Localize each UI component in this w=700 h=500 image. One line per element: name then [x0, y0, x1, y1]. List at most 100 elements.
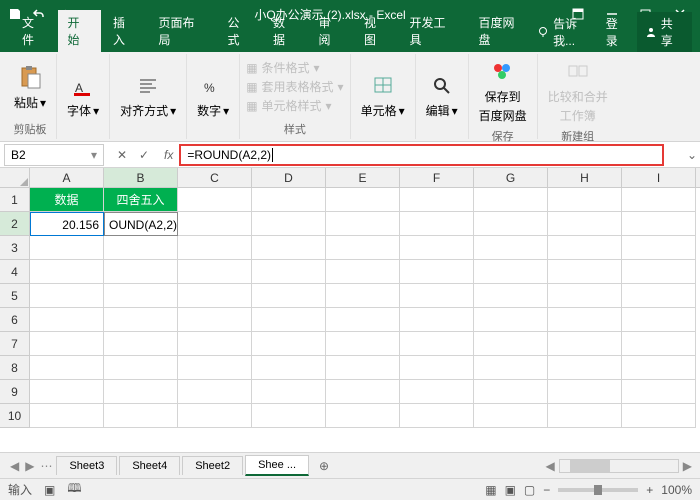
name-box[interactable]: B2▾	[4, 144, 104, 166]
cell[interactable]	[178, 188, 252, 212]
cell[interactable]	[400, 212, 474, 236]
accept-formula-icon[interactable]: ✓	[134, 145, 154, 165]
cell[interactable]	[548, 236, 622, 260]
select-all-corner[interactable]	[0, 168, 30, 188]
cell-styles-button[interactable]: ▦单元格样式 ▾	[246, 97, 343, 114]
cell[interactable]	[30, 356, 104, 380]
cell[interactable]	[326, 212, 400, 236]
cell[interactable]	[104, 260, 178, 284]
cell[interactable]	[326, 308, 400, 332]
cell[interactable]	[326, 380, 400, 404]
cell[interactable]	[622, 308, 696, 332]
cell[interactable]	[252, 332, 326, 356]
add-sheet-icon[interactable]: ⊕	[311, 459, 337, 473]
col-header-e[interactable]: E	[326, 168, 400, 187]
zoom-in-icon[interactable]: +	[646, 483, 653, 497]
row-header[interactable]: 9	[0, 380, 30, 404]
zoom-slider[interactable]	[558, 488, 638, 492]
cell[interactable]	[622, 284, 696, 308]
cell[interactable]	[400, 380, 474, 404]
sheet-tab-active[interactable]: Shee ...	[245, 455, 309, 476]
cell[interactable]	[252, 356, 326, 380]
cell[interactable]	[548, 356, 622, 380]
cell[interactable]	[622, 260, 696, 284]
cell[interactable]	[548, 404, 622, 428]
cell[interactable]	[104, 308, 178, 332]
cell[interactable]	[178, 284, 252, 308]
paste-button[interactable]: 粘贴▾	[10, 60, 50, 113]
cell[interactable]	[474, 308, 548, 332]
cell[interactable]	[252, 404, 326, 428]
cell[interactable]	[178, 356, 252, 380]
tab-dev[interactable]: 开发工具	[399, 10, 466, 52]
col-header-i[interactable]: I	[622, 168, 696, 187]
cell[interactable]	[30, 260, 104, 284]
cell[interactable]	[474, 260, 548, 284]
conditional-format-button[interactable]: ▦条件格式 ▾	[246, 59, 343, 76]
tell-me[interactable]: 告诉我...	[537, 15, 597, 49]
cell[interactable]	[548, 260, 622, 284]
cell[interactable]	[252, 308, 326, 332]
cell-b1[interactable]: 四舍五入	[104, 188, 178, 212]
cell[interactable]	[622, 212, 696, 236]
sheet-more-icon[interactable]: ⋯	[38, 459, 54, 473]
zoom-out-icon[interactable]: −	[543, 483, 550, 497]
cell[interactable]	[474, 404, 548, 428]
cell[interactable]	[30, 284, 104, 308]
cell[interactable]	[326, 260, 400, 284]
cell[interactable]	[622, 188, 696, 212]
col-header-f[interactable]: F	[400, 168, 474, 187]
row-header[interactable]: 5	[0, 284, 30, 308]
cell[interactable]	[400, 236, 474, 260]
cell[interactable]	[622, 356, 696, 380]
cell[interactable]	[104, 332, 178, 356]
cell[interactable]	[30, 380, 104, 404]
cell[interactable]	[178, 260, 252, 284]
cell[interactable]	[326, 356, 400, 380]
cell[interactable]	[474, 356, 548, 380]
tab-insert[interactable]: 插入	[103, 10, 147, 52]
view-break-icon[interactable]: ▢	[524, 483, 535, 497]
tab-data[interactable]: 数据	[263, 10, 307, 52]
tab-baidu[interactable]: 百度网盘	[468, 10, 535, 52]
col-header-d[interactable]: D	[252, 168, 326, 187]
cell[interactable]	[622, 332, 696, 356]
cell[interactable]	[548, 284, 622, 308]
cell[interactable]	[178, 332, 252, 356]
hscroll-left-icon[interactable]: ◀	[546, 459, 555, 473]
cell[interactable]	[622, 404, 696, 428]
row-header[interactable]: 6	[0, 308, 30, 332]
cell[interactable]	[30, 332, 104, 356]
cell[interactable]	[548, 332, 622, 356]
cell[interactable]	[474, 212, 548, 236]
cell[interactable]	[178, 212, 252, 236]
tab-home[interactable]: 开始	[58, 10, 102, 52]
cell[interactable]	[252, 188, 326, 212]
cell[interactable]	[326, 284, 400, 308]
baidu-save-button[interactable]: 保存到百度网盘	[475, 54, 531, 126]
row-header[interactable]: 2	[0, 212, 30, 236]
horizontal-scrollbar[interactable]	[559, 459, 679, 473]
cell[interactable]	[400, 260, 474, 284]
tab-formulas[interactable]: 公式	[217, 10, 261, 52]
cell[interactable]	[178, 404, 252, 428]
cell[interactable]	[548, 212, 622, 236]
cell[interactable]	[252, 260, 326, 284]
cell[interactable]	[400, 356, 474, 380]
sheet-tab[interactable]: Sheet4	[119, 456, 180, 475]
cell[interactable]	[104, 356, 178, 380]
expand-formula-icon[interactable]: ⌄	[684, 148, 700, 162]
cell[interactable]	[548, 188, 622, 212]
cell-a2[interactable]: 20.156	[30, 212, 104, 236]
cell[interactable]	[178, 236, 252, 260]
cell[interactable]	[178, 380, 252, 404]
col-header-a[interactable]: A	[30, 168, 104, 187]
row-header[interactable]: 3	[0, 236, 30, 260]
cell[interactable]	[474, 332, 548, 356]
cell[interactable]	[30, 236, 104, 260]
row-header[interactable]: 4	[0, 260, 30, 284]
font-button[interactable]: A 字体▾	[63, 68, 103, 121]
cancel-formula-icon[interactable]: ✕	[112, 145, 132, 165]
number-button[interactable]: % 数字▾	[193, 68, 233, 121]
hscroll-right-icon[interactable]: ▶	[683, 459, 692, 473]
